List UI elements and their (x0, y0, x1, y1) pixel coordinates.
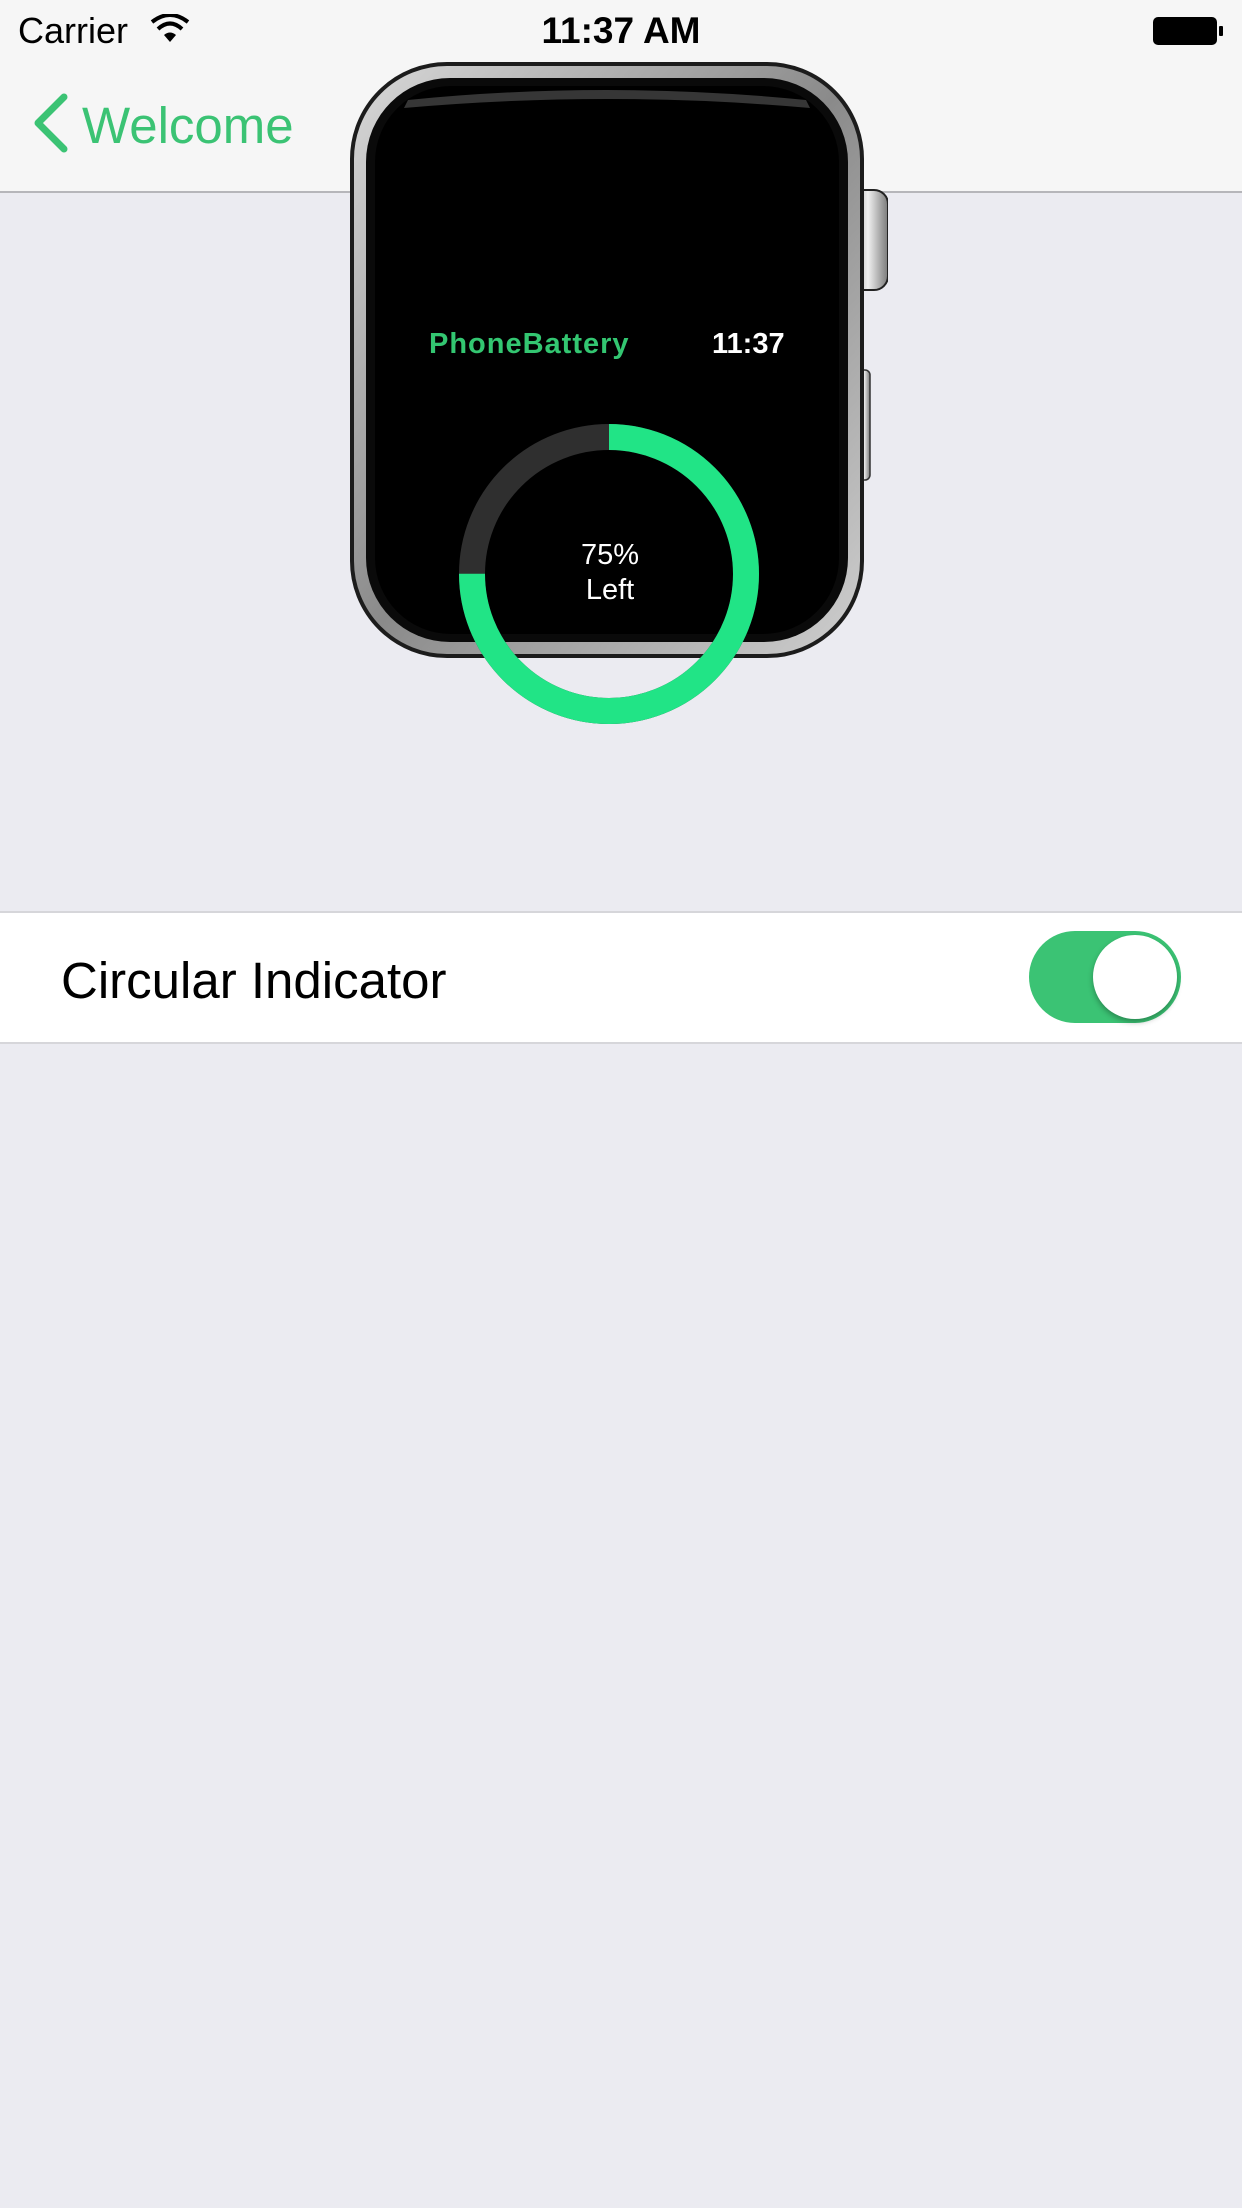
battery-icon (1152, 16, 1224, 51)
circular-indicator-toggle[interactable] (1029, 931, 1181, 1023)
status-bar: Carrier 11:37 AM (0, 0, 1242, 60)
circular-indicator-row: Circular Indicator (0, 911, 1242, 1044)
status-time: 11:37 AM (541, 10, 701, 51)
watch-time: 11:37 (712, 328, 785, 360)
circular-indicator-label: Circular Indicator (61, 952, 447, 1009)
battery-left-label: Left (585, 574, 635, 606)
watch-app-name: PhoneBattery (429, 328, 630, 360)
battery-percent-label: 75% (580, 539, 640, 571)
toggle-knob (1093, 935, 1177, 1019)
